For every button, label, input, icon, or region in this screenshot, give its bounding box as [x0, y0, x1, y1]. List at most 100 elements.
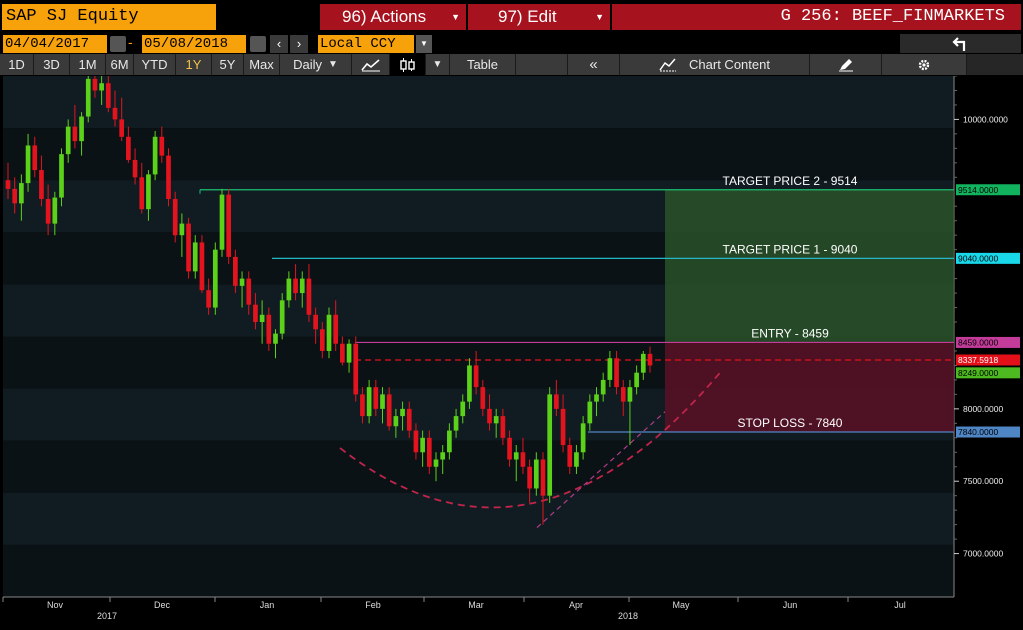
candle-body: [540, 459, 546, 496]
candle-body: [460, 401, 466, 417]
candle-body: [206, 290, 211, 308]
x-tick-label: Feb: [365, 600, 381, 610]
period-1m-button[interactable]: 1M: [70, 54, 106, 75]
back-button[interactable]: [900, 34, 1021, 53]
candle-body: [105, 83, 111, 108]
x-tick-label: May: [672, 600, 690, 610]
collapse-button[interactable]: «: [568, 54, 620, 75]
candle-body: [19, 183, 24, 204]
actions-menu-button[interactable]: 96) Actions ▼: [320, 4, 466, 30]
candle-body: [560, 408, 566, 446]
calendar-icon[interactable]: [250, 36, 266, 52]
candle-body: [533, 459, 539, 489]
candle-body: [520, 452, 526, 467]
currency-dropdown-button[interactable]: ▼: [416, 35, 432, 53]
candle-body: [306, 278, 312, 315]
candle-body: [340, 343, 345, 363]
ticker-field[interactable]: SAP SJ Equity: [2, 4, 216, 30]
period-1y-button[interactable]: 1Y: [176, 54, 212, 75]
next-period-button[interactable]: ›: [290, 35, 308, 53]
candle-body: [614, 358, 619, 388]
candle-body: [440, 452, 446, 460]
candle-body: [52, 197, 58, 224]
candle-body: [39, 170, 44, 200]
x-tick-label: Jul: [894, 600, 906, 610]
last-price-tag-text: 8337.5918: [958, 355, 998, 365]
candle-body: [79, 116, 84, 142]
candle-body: [406, 408, 412, 431]
candlestick-button[interactable]: [390, 54, 426, 75]
line-chart-icon: [360, 58, 380, 71]
candle-body: [92, 78, 98, 91]
line-chart-button[interactable]: [352, 54, 390, 75]
candle-body: [319, 329, 325, 351]
candle-body: [259, 314, 265, 323]
candle-body: [25, 145, 31, 184]
currency-select[interactable]: Local CCY: [318, 35, 414, 53]
candle-body: [400, 408, 405, 417]
candle-body: [179, 223, 185, 236]
candle-body: [146, 174, 151, 210]
prev-period-button[interactable]: ‹: [270, 35, 288, 53]
x-tick-label: Jan: [260, 600, 275, 610]
candle-body: [59, 154, 64, 198]
edit-menu-button[interactable]: 97) Edit ▼: [468, 4, 610, 30]
candle-body: [266, 314, 272, 344]
candle-body: [473, 365, 479, 388]
candle-body: [447, 430, 452, 453]
candle-body: [453, 416, 459, 431]
level-label: ENTRY - 8459: [751, 326, 829, 340]
level-label: STOP LOSS - 7840: [738, 416, 843, 430]
table-button[interactable]: Table: [450, 54, 516, 75]
period-max-button[interactable]: Max: [244, 54, 280, 75]
candle-body: [85, 78, 91, 117]
chart-type-dropdown[interactable]: ▼: [426, 54, 450, 75]
candle-body: [393, 416, 399, 427]
candle-body: [433, 459, 439, 467]
period-6m-button[interactable]: 6M: [106, 54, 134, 75]
candle-body: [239, 278, 245, 286]
chart-content-button[interactable]: Chart Content: [620, 54, 810, 75]
candle-body: [386, 394, 392, 427]
calendar-icon[interactable]: [110, 36, 126, 52]
annotate-button[interactable]: [810, 54, 882, 75]
candle-body: [192, 242, 198, 272]
target-zone: [665, 189, 954, 343]
candle-body: [32, 145, 38, 171]
x-tick-label: Apr: [569, 600, 583, 610]
candle-body: [607, 358, 613, 380]
candle-body: [212, 249, 218, 308]
period-ytd-button[interactable]: YTD: [134, 54, 176, 75]
chart-content-icon: [659, 58, 677, 71]
level-label: TARGET PRICE 1 - 9040: [723, 242, 858, 256]
x-tick-label: Nov: [47, 600, 64, 610]
year-label: 2018: [618, 611, 638, 621]
candle-body: [426, 437, 432, 467]
candle-body: [600, 379, 606, 395]
y-tick-label: 7000.0000: [963, 549, 1003, 559]
y-tick-label: 7500.0000: [963, 476, 1003, 486]
chevron-down-icon: ▼: [432, 59, 443, 70]
period-5y-button[interactable]: 5Y: [212, 54, 244, 75]
candle-body: [186, 223, 191, 272]
end-date-field[interactable]: 05/08/2018: [142, 35, 246, 53]
period-selector: 1D 3D 1M 6M YTD 1Y 5Y Max: [0, 54, 280, 75]
year-label: 2017: [97, 611, 117, 621]
price-chart[interactable]: Nov Dec Jan Feb Mar Apr May Jun Jul 2017 2018 10000…: [0, 68, 1023, 625]
chart-band: [3, 544, 954, 597]
edit-icon: [838, 58, 853, 71]
candle-body: [574, 452, 579, 467]
period-3d-button[interactable]: 3D: [34, 54, 70, 75]
chart-band: [3, 76, 954, 129]
candle-body: [373, 387, 379, 409]
frequency-select[interactable]: Daily ▼: [280, 54, 352, 75]
candle-body: [293, 278, 298, 294]
x-tick-label: Mar: [468, 600, 484, 610]
candle-body: [647, 353, 653, 366]
chevron-down-icon: ▼: [451, 12, 460, 22]
chevron-down-icon: ▼: [328, 59, 338, 70]
candle-body: [139, 177, 145, 210]
settings-button[interactable]: [882, 54, 967, 75]
period-1d-button[interactable]: 1D: [0, 54, 34, 75]
start-date-field[interactable]: 04/04/2017: [3, 35, 107, 53]
